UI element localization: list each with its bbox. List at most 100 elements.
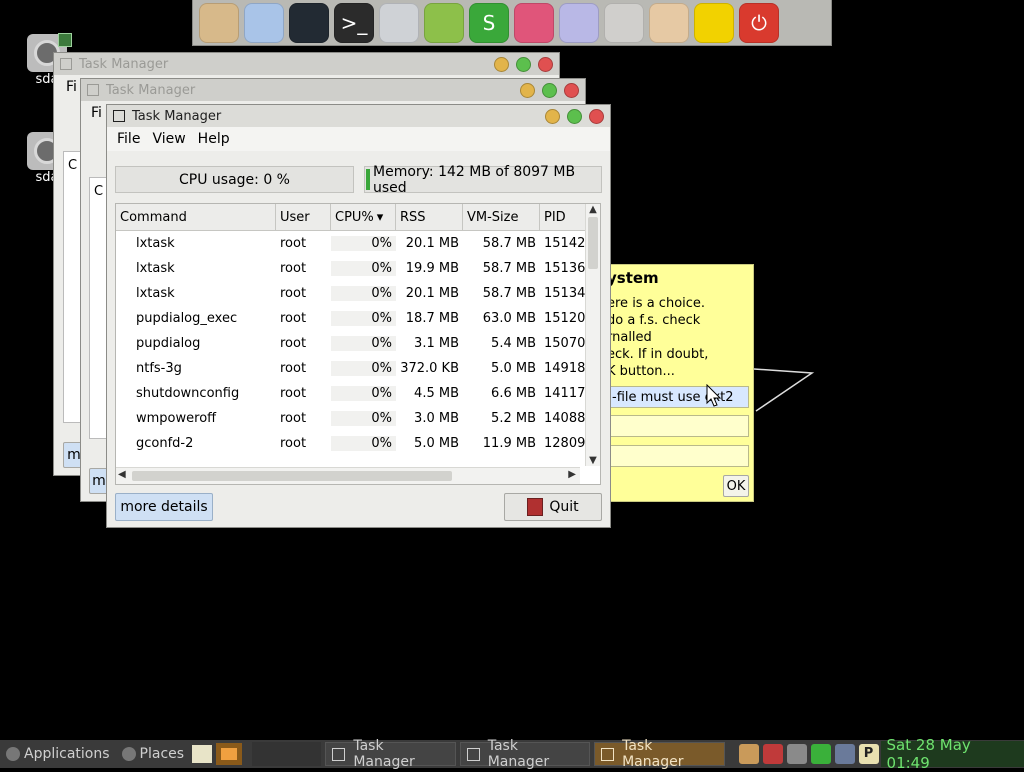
table-row[interactable]: wmpoweroff root 0% 3.0 MB 5.2 MB 14088 [116,406,600,431]
filesystem-option-3[interactable] [607,445,749,467]
menu-file[interactable]: Fi [66,79,77,95]
cell-rss: 3.1 MB [414,336,459,351]
filesystem-option-2[interactable] [607,415,749,437]
close-button[interactable] [589,108,604,124]
terminal-icon[interactable]: >_ [334,2,374,43]
cell-command: lxtask [136,261,175,276]
scroll-right-icon[interactable]: ▶ [568,469,576,480]
volume-tray-icon[interactable] [786,744,807,764]
spreadsheet-icon[interactable]: S [469,2,509,43]
menu-file[interactable]: Fi [91,105,102,121]
power-icon[interactable]: ⏻ [739,2,779,43]
puppy-tray-icon[interactable]: P [858,744,879,764]
more-details-button[interactable]: more details [115,493,213,521]
taskbar-task-3[interactable]: Task Manager [594,738,725,770]
vertical-scroll-thumb[interactable] [588,217,598,269]
scroll-up-icon[interactable]: ▲ [586,204,600,215]
application-dock: >_ S ⏻ [192,0,832,46]
minimize-button[interactable] [520,82,535,98]
table-row[interactable]: shutdownconfig root 0% 4.5 MB 6.6 MB 14117 [116,381,600,406]
maximize-button[interactable] [567,108,582,124]
column-header-cpu[interactable]: CPU% ▾ [331,204,396,230]
window-menu-icon[interactable] [113,110,125,122]
cell-rss: 20.1 MB [405,286,459,301]
maximize-button[interactable] [542,82,557,98]
dialog-text-line: ere is a choice. [607,296,706,311]
text-file-icon[interactable] [559,2,599,43]
cell-cpu: 0% [331,411,396,426]
places-label: Places [139,746,185,762]
horizontal-scrollbar[interactable]: ◀ ▶ [116,467,580,484]
cell-command: pupdialog [136,336,201,351]
applications-menu[interactable]: Applications [0,742,116,766]
dialog-pointer-decoration [753,368,815,412]
minimize-button[interactable] [545,108,560,124]
menu-view[interactable]: View [146,131,191,147]
maximize-button[interactable] [516,56,531,72]
close-button[interactable] [564,82,579,98]
firewall-tray-icon[interactable] [762,744,783,764]
window-menu-icon[interactable] [60,58,72,70]
window-title: Task Manager [106,82,196,98]
cell-cpu: 0% [331,386,396,401]
window-titlebar[interactable]: Task Manager [54,53,559,75]
window-titlebar[interactable]: Task Manager [107,105,610,127]
horizontal-scroll-thumb[interactable] [132,471,452,481]
cell-command: shutdownconfig [136,386,240,401]
cell-vmsize: 58.7 MB [482,261,536,276]
ok-button[interactable]: OK [723,475,749,497]
close-button[interactable] [538,56,553,72]
column-header-user[interactable]: User [276,204,331,230]
chat-icon[interactable] [289,2,329,43]
table-row[interactable]: ntfs-3g root 0% 372.0 KB 5.0 MB 14918 [116,356,600,381]
monitor-icon[interactable] [379,2,419,43]
quit-button[interactable]: Quit [504,493,602,521]
taskbar-task-2[interactable]: Task Manager [459,738,591,770]
files-icon[interactable] [649,2,689,43]
applications-icon [6,747,20,761]
cloud-icon[interactable] [244,2,284,43]
color-wheel-icon[interactable] [514,2,554,43]
settings-sliders-icon[interactable] [604,2,644,43]
menu-file[interactable]: File [111,131,146,147]
taskbar-task-1[interactable]: Task Manager [325,738,456,770]
window-icon [601,747,615,761]
network-tray-icon[interactable] [834,744,855,764]
cell-rss: 3.0 MB [414,411,459,426]
vertical-scrollbar[interactable]: ▲ ▼ [585,204,600,466]
column-header-rss[interactable]: RSS [396,204,463,230]
cell-rss: 18.7 MB [405,311,459,326]
clock[interactable]: Sat 28 May 01:49 [880,736,1024,772]
cell-cpu: 0% [331,311,396,326]
scroll-left-icon[interactable]: ◀ [118,469,126,480]
scroll-down-icon[interactable]: ▼ [586,455,600,466]
table-row[interactable]: lxtask root 0% 20.1 MB 58.7 MB 15134 [116,281,600,306]
window-titlebar[interactable]: Task Manager [81,79,585,101]
table-row[interactable]: pupdialog_exec root 0% 18.7 MB 63.0 MB 15120 [116,306,600,331]
table-row[interactable]: gconfd-2 root 0% 5.0 MB 11.9 MB 12809 [116,431,600,456]
process-table[interactable]: Command User CPU% ▾ RSS VM-Size PID lxta… [115,203,601,485]
places-menu[interactable]: Places [116,742,191,766]
menu-help[interactable]: Help [192,131,236,147]
volume-icon[interactable] [694,2,734,43]
column-header-vmsize[interactable]: VM-Size [463,204,540,230]
filesystem-check-dialog: ystem ere is a choice. do a f.s. check r… [600,264,754,502]
storage-tray-icon[interactable] [810,744,831,764]
table-row[interactable]: lxtask root 0% 19.9 MB 58.7 MB 15136 [116,256,600,281]
task-manager-window[interactable]: Task Manager File View Help CPU usage: 0… [106,104,611,528]
taskbar: Applications Places Task Manager Task Ma… [0,736,1024,772]
document-editor-icon[interactable] [424,2,464,43]
table-row[interactable]: pupdialog root 0% 3.1 MB 5.4 MB 15070 [116,331,600,356]
home-folder-icon[interactable] [199,2,239,43]
table-row[interactable]: lxtask root 0% 20.1 MB 58.7 MB 15142 [116,231,600,256]
desktop-switch-icon[interactable] [215,743,242,765]
cell-vmsize: 5.4 MB [491,336,536,351]
cell-vmsize: 11.9 MB [482,436,536,451]
column-header-command[interactable]: Command [116,204,276,230]
window-menu-icon[interactable] [87,84,99,96]
text-editor-launcher-icon[interactable] [192,745,212,763]
user-tray-icon[interactable] [738,744,759,764]
minimize-button[interactable] [494,56,509,72]
pager[interactable] [251,742,322,766]
filesystem-option-ext2[interactable]: -file must use ext2 [607,386,749,408]
